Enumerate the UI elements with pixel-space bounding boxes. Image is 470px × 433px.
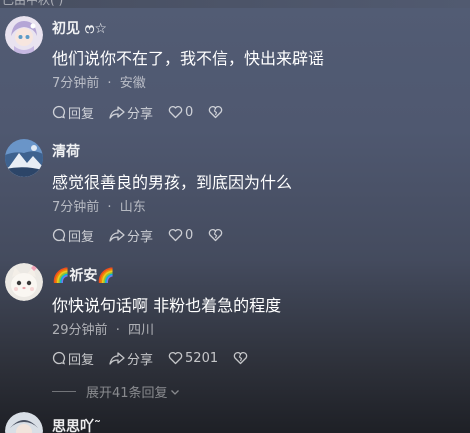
share-button[interactable]: 分享 — [109, 226, 153, 245]
comment-meta: 7分钟前 · 山东 — [52, 196, 146, 215]
comment-icon — [52, 105, 66, 119]
like-button[interactable]: 0 — [168, 228, 193, 243]
dislike-button[interactable] — [233, 351, 250, 365]
expand-replies-label: 展开41条回复 — [86, 386, 168, 401]
comment-text: 他们说你不在了，我不信，快出来辟谣 — [52, 49, 325, 68]
comment-text: 你快说句话啊 非粉也着急的程度 — [52, 296, 282, 315]
share-label: 分享 — [127, 229, 154, 245]
avatar[interactable] — [5, 412, 43, 433]
like-count: 5201 — [185, 350, 219, 366]
expand-replies-button[interactable]: 展开41条回复 — [52, 382, 181, 401]
comment-time: 7分钟前 — [52, 200, 100, 215]
share-label: 分享 — [127, 352, 154, 368]
top-cut-text: 已由中秋( ) — [0, 0, 470, 8]
reply-label: 回复 — [68, 106, 95, 122]
reply-button[interactable]: 回复 — [52, 226, 94, 245]
avatar[interactable] — [5, 263, 43, 301]
expand-divider — [52, 391, 76, 392]
broken-heart-icon — [209, 228, 223, 242]
avatar[interactable] — [5, 139, 43, 177]
dislike-button[interactable] — [208, 105, 225, 119]
comment-time: 29分钟前 — [52, 323, 108, 338]
heart-icon — [168, 228, 183, 242]
comment-text: 感觉很善良的男孩，到底因为什么 — [52, 173, 293, 192]
meta-separator: · — [115, 323, 120, 338]
share-button[interactable]: 分享 — [109, 103, 153, 122]
comment-time: 7分钟前 — [52, 76, 100, 91]
comment-icon — [52, 228, 66, 242]
avatar[interactable] — [5, 16, 43, 54]
comment-icon — [52, 351, 66, 365]
comment-author[interactable]: 清荷 — [52, 141, 80, 161]
meta-separator: · — [107, 200, 112, 215]
heart-icon — [168, 105, 183, 119]
dislike-button[interactable] — [208, 228, 225, 242]
share-icon — [109, 352, 125, 365]
comment-author[interactable]: 初见 ෆ☆ — [52, 18, 107, 38]
comment-location: 山东 — [119, 200, 146, 215]
broken-heart-icon — [233, 351, 248, 365]
reply-label: 回复 — [68, 352, 95, 368]
meta-separator: · — [107, 76, 112, 91]
heart-icon — [168, 351, 183, 365]
reply-button[interactable]: 回复 — [52, 349, 94, 368]
comment-actions: 回复 分享 5201 — [52, 349, 265, 368]
share-label: 分享 — [127, 106, 154, 122]
chevron-down-icon — [170, 389, 179, 395]
reply-label: 回复 — [68, 229, 95, 245]
comment-location: 四川 — [127, 323, 154, 338]
like-count: 0 — [185, 227, 194, 243]
share-button[interactable]: 分享 — [109, 349, 153, 368]
comment-actions: 回复 分享 0 — [52, 226, 240, 245]
comment-actions: 回复 分享 0 — [52, 103, 240, 122]
comment-author[interactable]: 🌈祈安🌈 — [52, 265, 115, 285]
like-button[interactable]: 0 — [168, 105, 193, 120]
like-button[interactable]: 5201 — [168, 351, 218, 366]
comment-meta: 7分钟前 · 安徽 — [52, 72, 146, 91]
share-icon — [109, 229, 125, 242]
comment-location: 安徽 — [119, 76, 146, 91]
share-icon — [109, 106, 125, 119]
top-cut-label: 已由中秋( ) — [2, 0, 64, 7]
comment-meta: 29分钟前 · 四川 — [52, 319, 154, 338]
broken-heart-icon — [209, 105, 223, 119]
comment-author[interactable]: 思思吖˜ — [52, 416, 101, 433]
like-count: 0 — [185, 104, 194, 120]
reply-button[interactable]: 回复 — [52, 103, 94, 122]
